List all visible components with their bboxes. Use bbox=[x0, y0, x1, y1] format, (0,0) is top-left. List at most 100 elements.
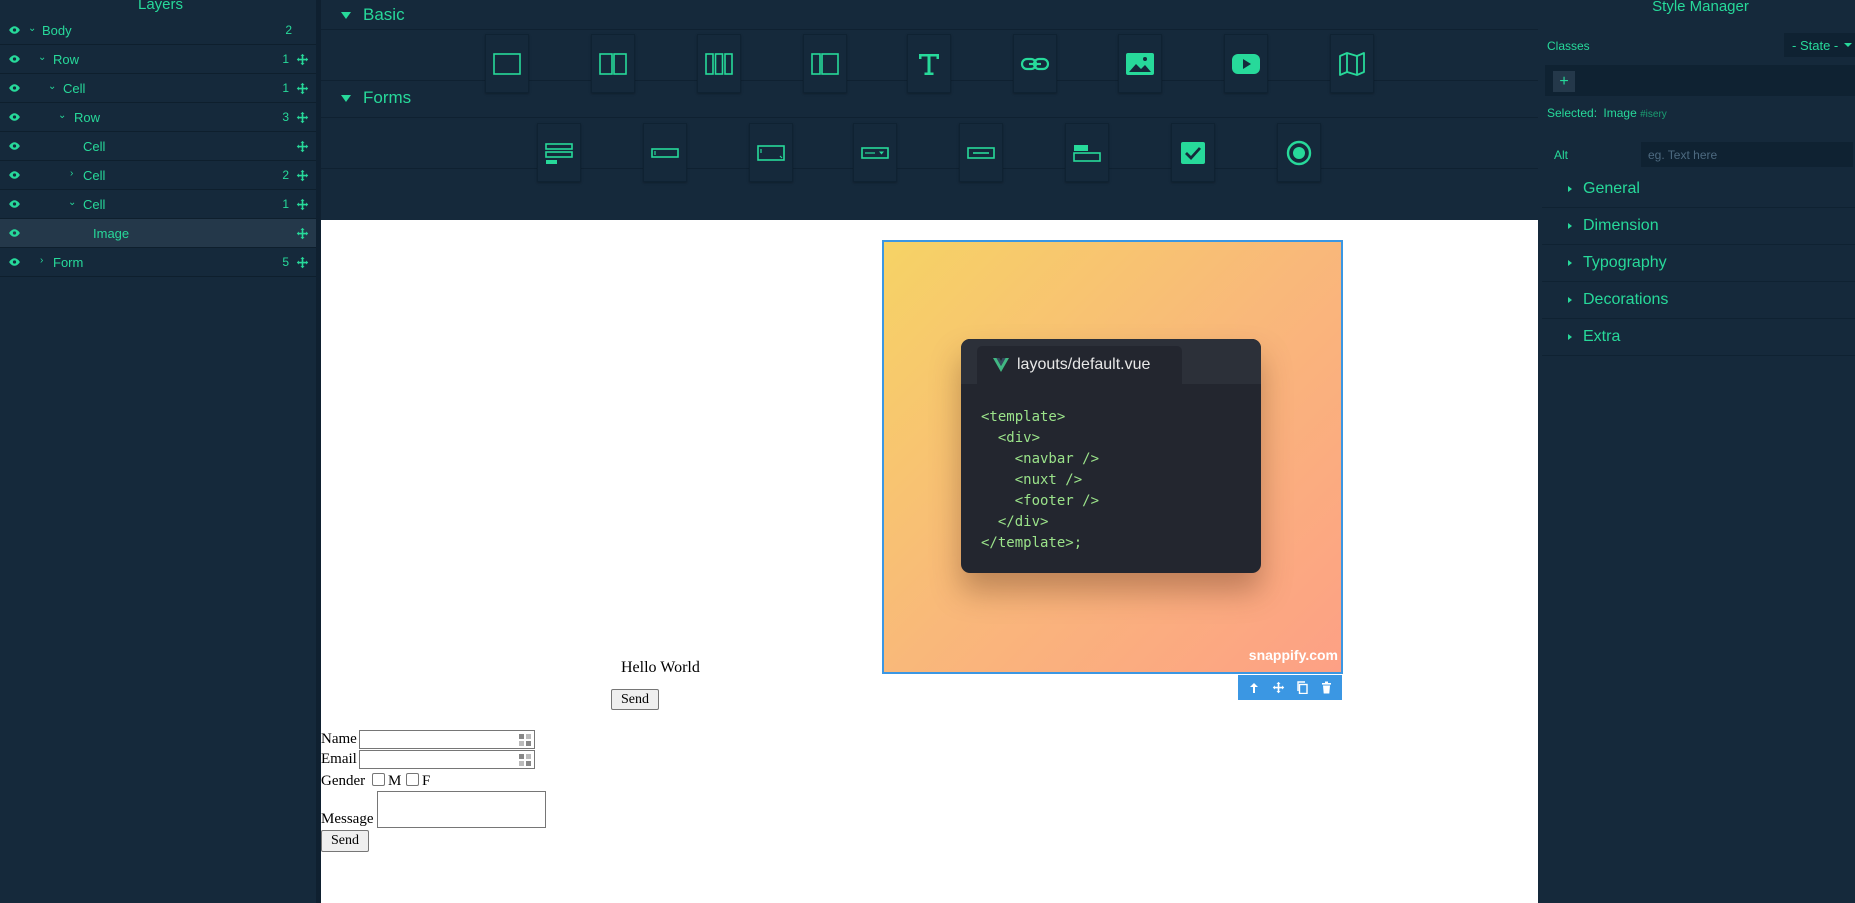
sector-label: Decorations bbox=[1583, 291, 1669, 308]
chevron-down-icon[interactable]: ⌄ bbox=[58, 111, 68, 121]
eye-icon[interactable] bbox=[8, 83, 21, 93]
layer-row-cell[interactable]: › Cell 2 bbox=[0, 161, 316, 190]
add-class-button[interactable]: + bbox=[1553, 71, 1575, 92]
alt-input[interactable]: eg. Text here bbox=[1641, 142, 1853, 167]
layer-row-cell[interactable]: ⌄ Cell 1 bbox=[0, 74, 316, 103]
eye-icon[interactable] bbox=[8, 112, 21, 122]
layer-count: 2 bbox=[282, 168, 289, 182]
layer-name: Form bbox=[53, 255, 84, 270]
input-icon bbox=[651, 147, 679, 158]
layer-manager-title: Layers bbox=[137, 0, 184, 13]
eye-icon[interactable] bbox=[8, 170, 21, 180]
caret-down-icon bbox=[1844, 43, 1852, 47]
block-label[interactable] bbox=[1065, 123, 1109, 182]
clone-icon[interactable] bbox=[1294, 680, 1310, 696]
email-label: Email bbox=[321, 751, 357, 767]
layer-row-body[interactable]: ⌄ Body 2 bbox=[0, 16, 316, 45]
selected-id: #isery bbox=[1640, 109, 1667, 120]
block-button[interactable] bbox=[959, 123, 1003, 182]
class-tags-area[interactable] bbox=[1545, 65, 1855, 96]
form-icon bbox=[545, 142, 573, 164]
layer-row-cell[interactable]: Cell bbox=[0, 132, 316, 161]
chevron-down-icon[interactable]: ⌄ bbox=[68, 198, 78, 208]
password-manager-icon[interactable] bbox=[518, 733, 532, 747]
block-checkbox[interactable] bbox=[1171, 123, 1215, 182]
gender-m-label: M bbox=[388, 773, 402, 789]
selected-info: Selected: Image #isery bbox=[1547, 106, 1667, 120]
chevron-right-icon[interactable]: › bbox=[70, 169, 80, 179]
gender-m-checkbox[interactable] bbox=[372, 773, 385, 786]
chevron-down-icon[interactable]: ⌄ bbox=[38, 53, 48, 63]
sector-general[interactable]: General bbox=[1542, 171, 1855, 208]
block-category-basic[interactable]: Basic bbox=[321, 0, 1538, 30]
move-icon[interactable] bbox=[296, 256, 309, 269]
classes-label: Classes bbox=[1547, 39, 1590, 53]
eye-icon[interactable] bbox=[8, 257, 21, 267]
eye-icon[interactable] bbox=[8, 228, 21, 238]
map-icon bbox=[1339, 51, 1365, 76]
sector-dimension[interactable]: Dimension bbox=[1542, 208, 1855, 245]
textarea-icon bbox=[757, 144, 785, 161]
select-parent-icon[interactable] bbox=[1246, 680, 1262, 696]
layer-count: 5 bbox=[282, 255, 289, 269]
checkbox-icon bbox=[1181, 141, 1205, 164]
name-label: Name bbox=[321, 731, 357, 747]
alt-label: Alt bbox=[1554, 148, 1569, 162]
move-icon[interactable] bbox=[296, 227, 309, 240]
layer-count: 1 bbox=[282, 197, 289, 211]
label-icon bbox=[1073, 144, 1101, 162]
email-field[interactable] bbox=[359, 750, 535, 769]
two-columns-3-7-icon bbox=[811, 52, 839, 75]
layer-name: Row bbox=[53, 52, 80, 67]
layer-row-cell[interactable]: ⌄ Cell 1 bbox=[0, 190, 316, 219]
video-icon bbox=[1232, 53, 1260, 74]
layer-name: Body bbox=[42, 23, 72, 38]
move-icon[interactable] bbox=[1270, 680, 1286, 696]
layer-row-row[interactable]: ⌄ Row 3 bbox=[0, 103, 316, 132]
move-icon[interactable] bbox=[296, 82, 309, 95]
eye-icon[interactable] bbox=[8, 54, 21, 64]
delete-icon[interactable] bbox=[1318, 680, 1334, 696]
password-manager-icon[interactable] bbox=[518, 753, 532, 767]
layer-name: Cell bbox=[83, 139, 106, 154]
image-icon bbox=[1126, 52, 1154, 75]
layer-count: 2 bbox=[285, 23, 292, 37]
hello-text: Hello World bbox=[621, 659, 700, 676]
message-textarea[interactable] bbox=[377, 791, 546, 828]
block-input[interactable] bbox=[643, 123, 687, 182]
layer-count: 3 bbox=[282, 110, 289, 124]
sector-decorations[interactable]: Decorations bbox=[1542, 282, 1855, 319]
layer-row-image-selected[interactable]: Image bbox=[0, 219, 316, 248]
move-icon[interactable] bbox=[296, 198, 309, 211]
block-radio[interactable] bbox=[1277, 123, 1321, 182]
block-textarea[interactable] bbox=[749, 123, 793, 182]
block-select[interactable] bbox=[853, 123, 897, 182]
gender-f-checkbox[interactable] bbox=[406, 773, 419, 786]
form-send-button[interactable]: Send bbox=[321, 830, 369, 852]
component-toolbar bbox=[1238, 675, 1342, 700]
chevron-right-icon[interactable]: › bbox=[40, 256, 50, 266]
selection-outline bbox=[882, 240, 1343, 674]
link-icon bbox=[1020, 57, 1050, 70]
move-icon[interactable] bbox=[296, 169, 309, 182]
chevron-down-icon[interactable]: ⌄ bbox=[48, 82, 58, 92]
block-category-forms[interactable]: Forms bbox=[321, 83, 1538, 113]
layer-row-row[interactable]: ⌄ Row 1 bbox=[0, 45, 316, 74]
move-icon[interactable] bbox=[296, 111, 309, 124]
chevron-down-icon[interactable]: ⌄ bbox=[28, 24, 38, 34]
editor-canvas[interactable]: layouts/default.vue <template> <div> <na… bbox=[321, 220, 1538, 903]
sector-extra[interactable]: Extra bbox=[1542, 319, 1855, 356]
name-field[interactable] bbox=[359, 730, 535, 749]
caret-down-icon bbox=[341, 94, 351, 102]
eye-icon[interactable] bbox=[8, 25, 21, 35]
sector-typography[interactable]: Typography bbox=[1542, 245, 1855, 282]
eye-icon[interactable] bbox=[8, 199, 21, 209]
layer-row-form[interactable]: › Form 5 bbox=[0, 248, 316, 277]
block-form[interactable] bbox=[537, 123, 581, 182]
state-select[interactable]: - State - bbox=[1784, 33, 1855, 57]
move-icon[interactable] bbox=[296, 140, 309, 153]
eye-icon[interactable] bbox=[8, 141, 21, 151]
layer-count: 1 bbox=[282, 81, 289, 95]
move-icon[interactable] bbox=[296, 53, 309, 66]
send-button[interactable]: Send bbox=[611, 689, 659, 710]
